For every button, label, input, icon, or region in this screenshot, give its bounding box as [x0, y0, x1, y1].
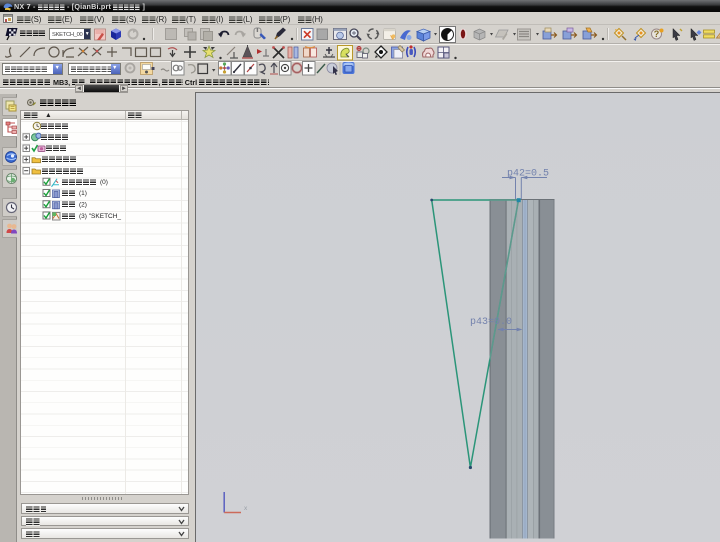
svg-text:(1): (1)	[79, 190, 87, 197]
svg-text:?: ?	[654, 29, 660, 39]
svg-text:p43=0.0: p43=0.0	[470, 317, 512, 328]
svg-text:(2): (2)	[79, 202, 87, 209]
svg-text:(3) "SKETCH_: (3) "SKETCH_	[79, 213, 121, 220]
svg-text:(0): (0)	[100, 179, 108, 186]
svg-text:p42=0.5: p42=0.5	[507, 169, 549, 180]
